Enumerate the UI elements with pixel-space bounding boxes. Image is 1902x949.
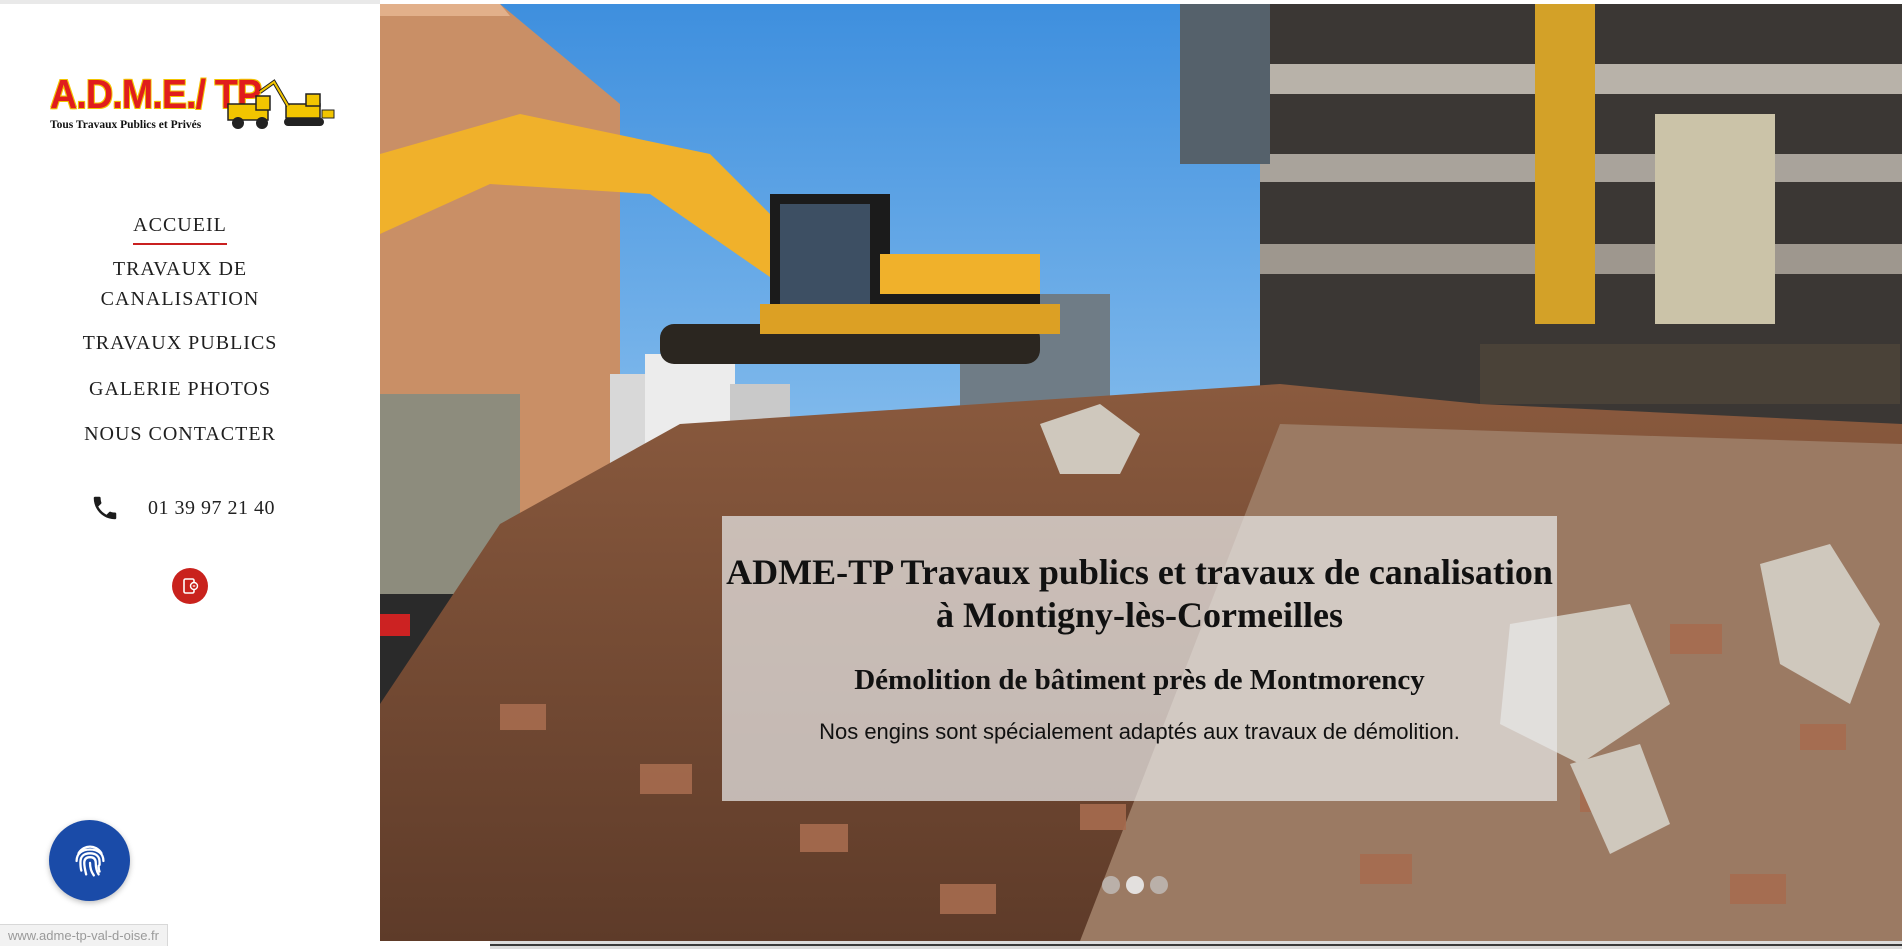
nav-item-nous-contacter[interactable]: NOUS CONTACTER [0,419,360,449]
horizontal-scrollbar[interactable] [490,944,1902,946]
contact-card-button[interactable] [172,568,208,604]
phone-icon [93,496,117,520]
main-nav: ACCUEIL TRAVAUX DE CANALISATION TRAVAUX … [0,210,360,449]
nav-item-label: TRAVAUX DE CANALISATION [100,258,260,310]
nav-item-travaux-publics[interactable]: TRAVAUX PUBLICS [0,328,360,358]
slider-pagination [1102,876,1168,894]
contact-card-icon [183,578,199,594]
sidebar: A.D.M.E./ TP Tous Travaux Publics et Pri… [0,0,380,949]
hero-text: Nos engins sont spécialement adaptés aux… [819,719,1460,744]
phone-contact[interactable]: 01 39 97 21 40 [90,490,310,526]
hero-title: ADME-TP Travaux publics et travaux de ca… [726,552,1553,635]
cookie-consent-button[interactable] [49,820,130,901]
status-bar-url: www.adme-tp-val-d-oise.fr [0,924,168,946]
site-logo[interactable]: A.D.M.E./ TP Tous Travaux Publics et Pri… [48,72,335,138]
nav-item-accueil[interactable]: ACCUEIL [133,210,227,245]
nav-item-galerie-photos[interactable]: GALERIE PHOTOS [0,374,360,404]
slider-dot[interactable] [1150,876,1168,894]
slider-dot[interactable] [1102,876,1120,894]
hero-slider: ADME-TP Travaux publics et travaux de ca… [380,4,1902,941]
phone-number: 01 39 97 21 40 [148,496,275,519]
slider-dot-active[interactable] [1126,876,1144,894]
fingerprint-icon [74,844,105,877]
logo-tagline: Tous Travaux Publics et Privés [50,119,202,131]
hero-caption: ADME-TP Travaux publics et travaux de ca… [722,516,1557,801]
hero-subtitle: Démolition de bâtiment près de Montmoren… [854,664,1425,696]
nav-item-travaux-de-canalisation[interactable]: TRAVAUX DE CANALISATION [90,254,270,314]
excavator-logo-icon [227,79,335,129]
